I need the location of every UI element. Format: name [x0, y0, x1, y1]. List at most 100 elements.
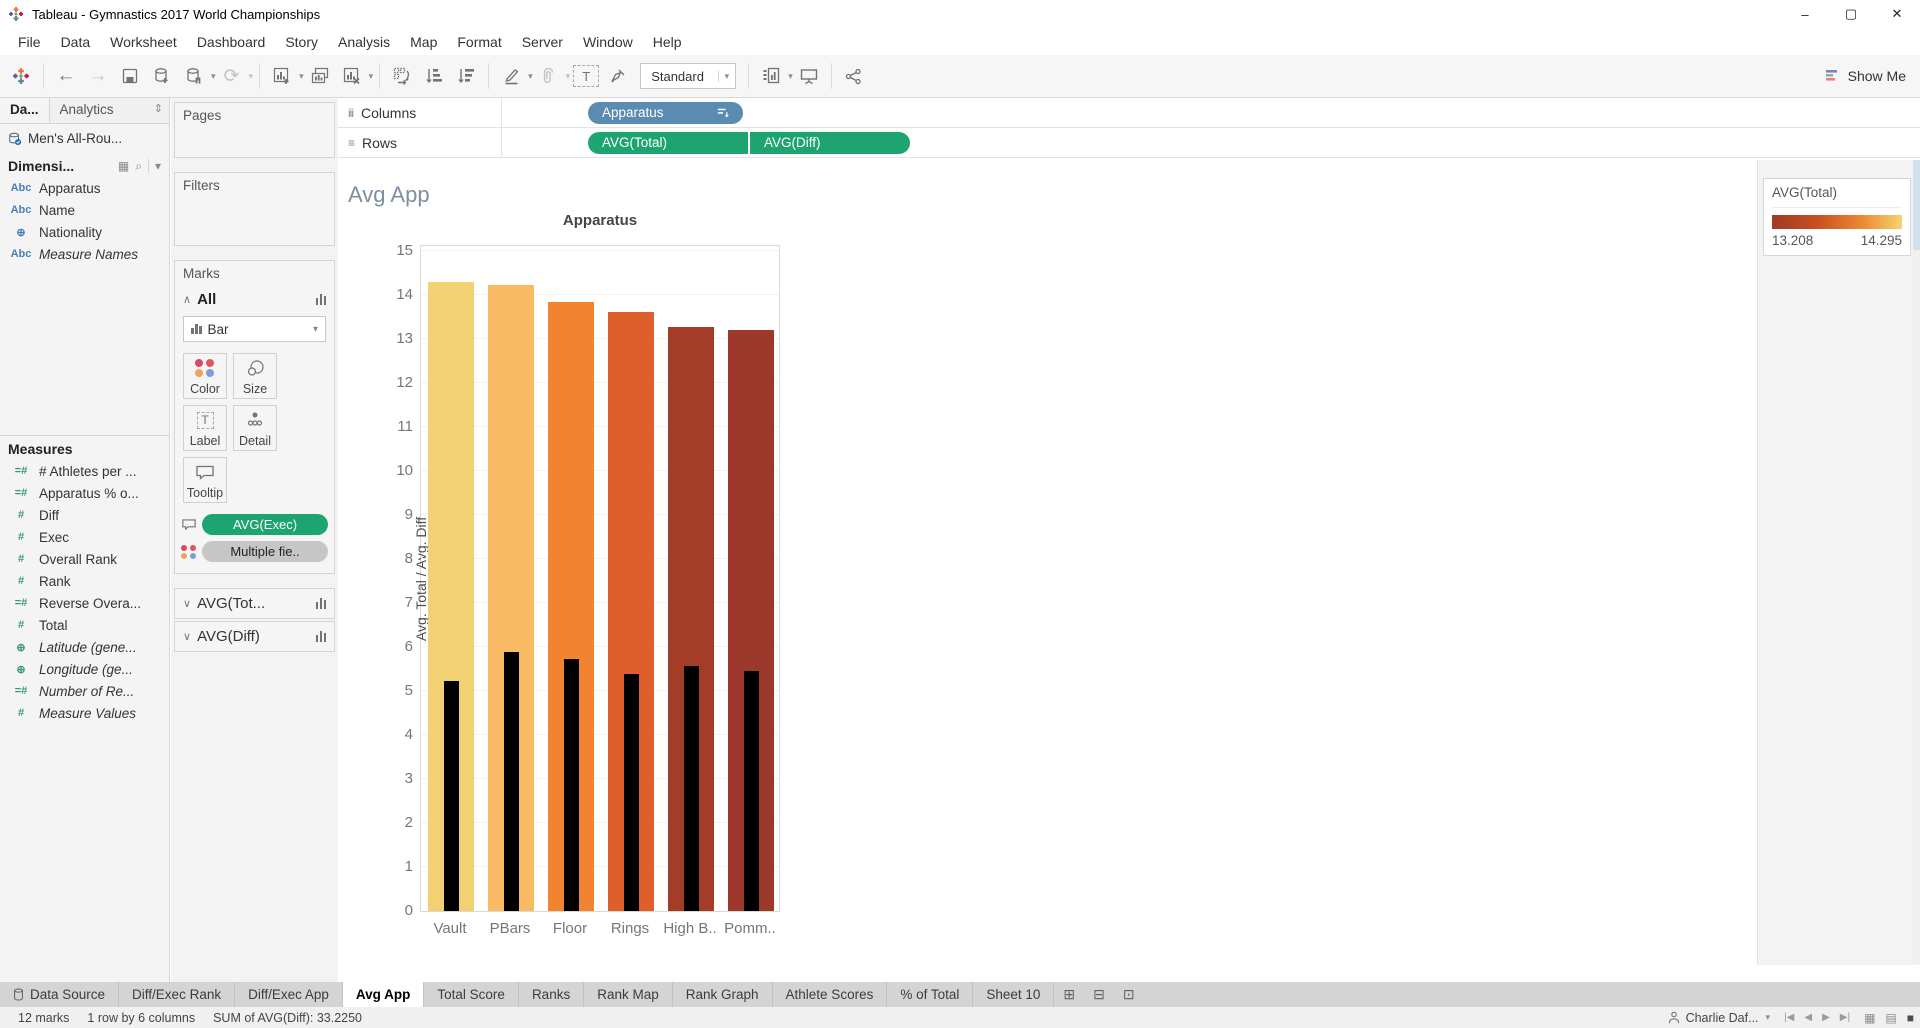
- new-data-source-icon[interactable]: [149, 61, 175, 91]
- menu-file[interactable]: File: [8, 30, 51, 54]
- sort-descending-icon[interactable]: [717, 107, 729, 119]
- run-update-icon[interactable]: ⟳: [219, 61, 245, 91]
- new-worksheet-icon[interactable]: [269, 61, 295, 91]
- pages-shelf[interactable]: Pages: [174, 102, 335, 158]
- sort-descending-icon[interactable]: [453, 61, 479, 91]
- sheet-tab-diff-exec-rank[interactable]: Diff/Exec Rank: [119, 982, 236, 1007]
- show-mark-labels-icon[interactable]: T: [573, 65, 600, 87]
- bar-avg-diff[interactable]: [563, 659, 579, 911]
- show-tabs-icon[interactable]: ■: [1907, 1011, 1914, 1025]
- show-sheet-sorter-icon[interactable]: ▦: [1864, 1011, 1875, 1025]
- expand-chevron-icon[interactable]: ∨: [183, 630, 191, 643]
- tab-data[interactable]: Da...: [0, 98, 50, 123]
- swap-rows-columns-icon[interactable]: [389, 61, 415, 91]
- sheet-tab-sheet-10[interactable]: Sheet 10: [973, 982, 1055, 1007]
- run-update-caret-icon[interactable]: ▾: [249, 71, 254, 82]
- new-story-tab-icon[interactable]: ⊡: [1114, 982, 1144, 1007]
- show-filmstrip-icon[interactable]: ▤: [1885, 1011, 1896, 1025]
- menu-map[interactable]: Map: [400, 30, 447, 54]
- menu-worksheet[interactable]: Worksheet: [100, 30, 187, 54]
- columns-shelf[interactable]: iii Columns Apparatus: [338, 98, 1920, 128]
- next-sheet-icon[interactable]: ▶: [1822, 1012, 1830, 1023]
- show-hide-cards-caret-icon[interactable]: ▾: [788, 71, 793, 82]
- menu-help[interactable]: Help: [643, 30, 692, 54]
- legend-scrollbar[interactable]: [1913, 160, 1920, 965]
- field-item[interactable]: # Diff: [0, 504, 169, 526]
- bar-avg-diff[interactable]: [623, 674, 639, 911]
- find-field-icon[interactable]: ⌕: [135, 159, 142, 174]
- menu-format[interactable]: Format: [447, 30, 511, 54]
- dimensions-menu-caret-icon[interactable]: ▾: [147, 159, 161, 173]
- field-item[interactable]: # Overall Rank: [0, 548, 169, 570]
- clear-sheet-icon[interactable]: [339, 61, 365, 91]
- close-button[interactable]: ✕: [1874, 0, 1920, 28]
- sheet-tab-ranks[interactable]: Ranks: [519, 982, 585, 1007]
- avg-exec-pill[interactable]: AVG(Exec): [202, 514, 328, 535]
- previous-sheet-icon[interactable]: ◀: [1804, 1012, 1812, 1023]
- pause-auto-updates-icon[interactable]: [181, 61, 207, 91]
- undo-icon[interactable]: ←: [53, 61, 79, 91]
- collapse-chevron-icon[interactable]: ∧: [183, 293, 191, 306]
- field-item[interactable]: # Exec: [0, 526, 169, 548]
- new-worksheet-caret-icon[interactable]: ▾: [299, 71, 304, 82]
- field-item[interactable]: # Measure Values: [0, 702, 169, 724]
- view-data-icon[interactable]: ▦: [118, 159, 129, 173]
- avg-total-card[interactable]: ∨ AVG(Tot...: [174, 588, 335, 619]
- minimize-button[interactable]: –: [1782, 0, 1828, 28]
- rows-shelf[interactable]: ≡ Rows AVG(Total) AVG(Diff): [338, 128, 1920, 158]
- field-item[interactable]: Abc Measure Names: [0, 243, 169, 265]
- field-item[interactable]: Abc Name: [0, 199, 169, 221]
- label-button[interactable]: T Label: [183, 405, 227, 451]
- field-item[interactable]: ⊕ Longitude (ge...: [0, 658, 169, 680]
- field-item[interactable]: =# Apparatus % o...: [0, 482, 169, 504]
- menu-story[interactable]: Story: [275, 30, 328, 54]
- duplicate-sheet-icon[interactable]: [307, 61, 333, 91]
- size-button[interactable]: Size: [233, 353, 277, 399]
- field-item[interactable]: =# Reverse Overa...: [0, 592, 169, 614]
- sort-ascending-icon[interactable]: [421, 61, 447, 91]
- pause-auto-updates-caret-icon[interactable]: ▾: [211, 71, 216, 82]
- sheet-tab-athlete-scores[interactable]: Athlete Scores: [773, 982, 888, 1007]
- tab-data-source[interactable]: Data Source: [0, 982, 120, 1007]
- new-dashboard-tab-icon[interactable]: ⊟: [1084, 982, 1114, 1007]
- field-item[interactable]: # Rank: [0, 570, 169, 592]
- last-sheet-icon[interactable]: ▶|: [1840, 1012, 1850, 1023]
- fix-axes-icon[interactable]: [605, 61, 631, 91]
- fit-mode-select[interactable]: Standard ▾: [640, 63, 737, 89]
- menu-analysis[interactable]: Analysis: [328, 30, 400, 54]
- pane-collapse-icon[interactable]: ⇕: [148, 98, 169, 123]
- field-item[interactable]: Abc Apparatus: [0, 177, 169, 199]
- tab-analytics[interactable]: Analytics: [50, 98, 124, 123]
- bar-avg-diff[interactable]: [503, 651, 519, 911]
- presentation-mode-icon[interactable]: [796, 61, 822, 91]
- tooltip-button[interactable]: Tooltip: [183, 457, 227, 503]
- group-members-caret-icon[interactable]: ▾: [566, 71, 571, 82]
- field-item[interactable]: ⊕ Latitude (gene...: [0, 636, 169, 658]
- share-icon[interactable]: [841, 61, 867, 91]
- mark-type-select[interactable]: Bar ▾: [183, 316, 326, 342]
- sheet-tab-avg-app[interactable]: Avg App: [342, 982, 425, 1007]
- clear-sheet-caret-icon[interactable]: ▾: [369, 71, 374, 82]
- sheet-tab-diff-exec-app[interactable]: Diff/Exec App: [235, 982, 343, 1007]
- avg-diff-pill[interactable]: AVG(Diff): [750, 131, 910, 154]
- field-item[interactable]: ⊕ Nationality: [0, 221, 169, 243]
- expand-chevron-icon[interactable]: ∨: [183, 597, 191, 610]
- menu-dashboard[interactable]: Dashboard: [187, 30, 276, 54]
- sheet-tab-total-score[interactable]: Total Score: [424, 982, 519, 1007]
- bar-avg-diff[interactable]: [443, 680, 459, 911]
- avg-total-pill[interactable]: AVG(Total): [588, 131, 748, 154]
- sheet-tab-rank-map[interactable]: Rank Map: [584, 982, 673, 1007]
- show-hide-cards-icon[interactable]: [758, 61, 784, 91]
- menu-server[interactable]: Server: [512, 30, 573, 54]
- menu-window[interactable]: Window: [573, 30, 643, 54]
- detail-button[interactable]: Detail: [233, 405, 277, 451]
- field-item[interactable]: =# Number of Re...: [0, 680, 169, 702]
- bar-avg-diff[interactable]: [683, 666, 699, 911]
- sheet-tab-rank-graph[interactable]: Rank Graph: [673, 982, 773, 1007]
- bar-avg-diff[interactable]: [743, 671, 759, 911]
- new-worksheet-tab-icon[interactable]: ⊞: [1054, 982, 1084, 1007]
- chart-plot-area[interactable]: Avg. Total / Avg. Diff 0 1 2 3 4 5 6 7 8 9 10 11 12 1…: [396, 242, 780, 919]
- marks-all-row[interactable]: ∧ All: [175, 287, 334, 312]
- data-source-item[interactable]: Men's All-Rou...: [0, 124, 169, 153]
- tableau-logo-icon[interactable]: [8, 61, 34, 91]
